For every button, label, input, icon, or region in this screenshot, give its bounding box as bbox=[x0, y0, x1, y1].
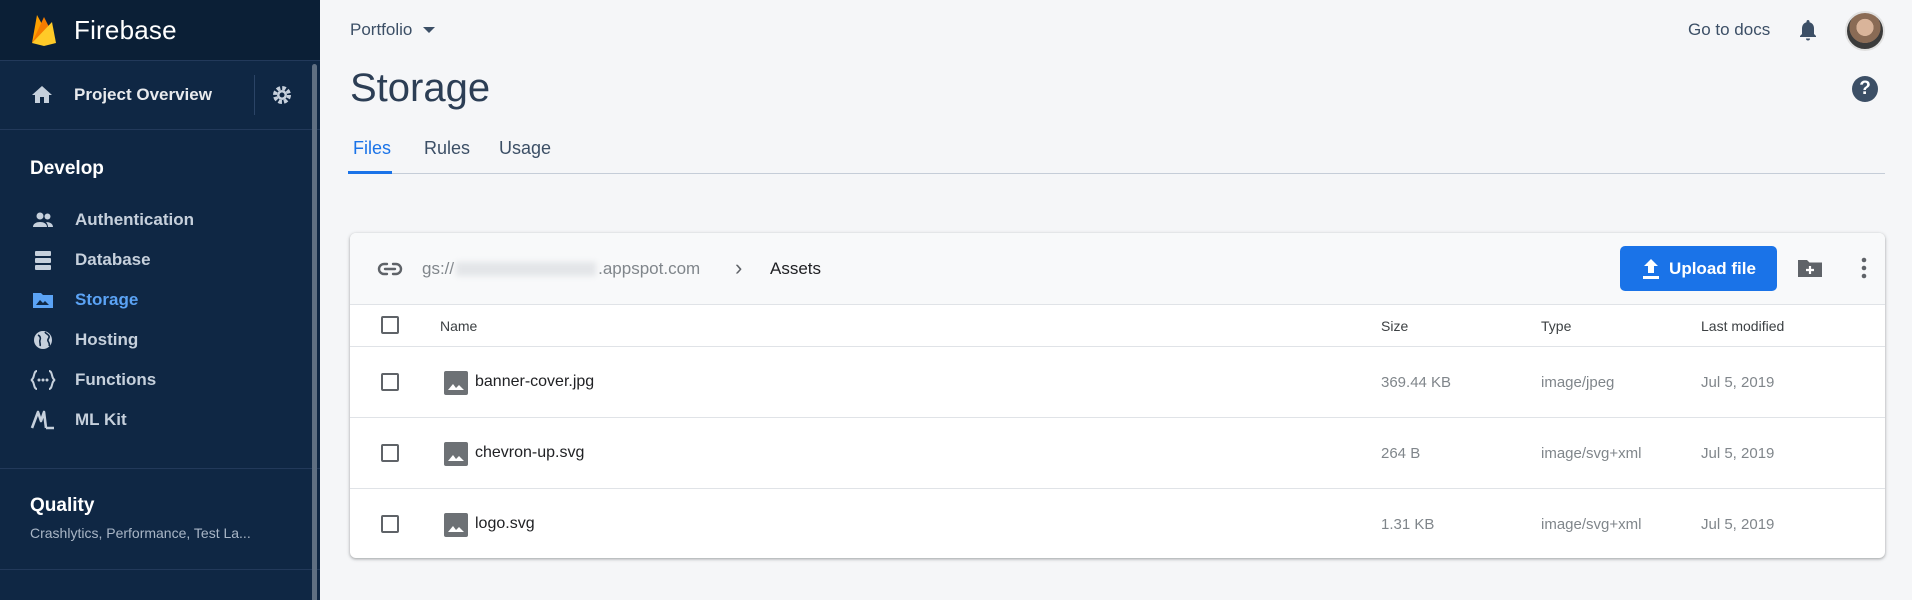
file-modified: Jul 5, 2019 bbox=[1701, 516, 1775, 533]
project-overview-label: Project Overview bbox=[74, 85, 212, 104]
file-size: 369.44 KB bbox=[1381, 374, 1452, 391]
sidebar-item-storage[interactable]: Storage bbox=[0, 280, 320, 320]
upload-file-button[interactable]: Upload file bbox=[1620, 246, 1777, 291]
top-bar: Portfolio Go to docs bbox=[320, 0, 1912, 62]
bucket-path[interactable]: gs:// .appspot.com bbox=[422, 259, 700, 279]
image-file-icon bbox=[444, 442, 468, 466]
file-browser-toolbar: gs:// .appspot.com › Assets Upload file bbox=[350, 233, 1885, 305]
project-name: Portfolio bbox=[350, 20, 413, 39]
page-title: Storage bbox=[350, 66, 491, 110]
more-vert-icon[interactable] bbox=[1852, 255, 1876, 281]
select-all-checkbox[interactable] bbox=[381, 316, 399, 334]
sidebar-item-label: Functions bbox=[75, 370, 157, 389]
chevron-right-icon: › bbox=[735, 255, 743, 280]
upload-file-label: Upload file bbox=[1669, 258, 1756, 278]
gear-icon[interactable] bbox=[270, 83, 294, 107]
sidebar-item-label: Authentication bbox=[75, 210, 194, 229]
new-folder-icon[interactable] bbox=[1796, 256, 1824, 280]
database-icon bbox=[30, 247, 56, 273]
link-icon[interactable] bbox=[376, 257, 404, 281]
breadcrumb-folder[interactable]: Assets bbox=[770, 259, 821, 279]
divider bbox=[254, 75, 255, 115]
home-icon bbox=[32, 86, 52, 103]
column-header-last-modified[interactable]: Last modified bbox=[1701, 318, 1784, 334]
table-header: Name Size Type Last modified bbox=[350, 305, 1885, 347]
sidebar-item-database[interactable]: Database bbox=[0, 240, 320, 280]
tab-usage[interactable]: Usage bbox=[499, 138, 551, 174]
storage-icon bbox=[30, 287, 56, 313]
divider bbox=[0, 569, 320, 570]
section-subtitle-quality: Crashlytics, Performance, Test La... bbox=[30, 525, 251, 541]
sidebar-item-ml-kit[interactable]: ML Kit bbox=[0, 400, 320, 440]
column-header-type[interactable]: Type bbox=[1541, 318, 1571, 334]
firebase-logo-icon bbox=[32, 15, 56, 46]
sidebar-item-hosting[interactable]: Hosting bbox=[0, 320, 320, 360]
section-title-develop: Develop bbox=[30, 158, 104, 179]
image-file-icon bbox=[444, 371, 468, 395]
sidebar-item-label: Storage bbox=[75, 290, 139, 309]
table-row[interactable]: logo.svg 1.31 KB image/svg+xml Jul 5, 20… bbox=[350, 489, 1885, 558]
row-checkbox[interactable] bbox=[381, 444, 399, 462]
file-name: chevron-up.svg bbox=[475, 444, 585, 461]
image-file-icon bbox=[444, 513, 468, 537]
sidebar: Firebase Project Overview Develop Authen… bbox=[0, 0, 320, 600]
tab-rules[interactable]: Rules bbox=[424, 138, 470, 174]
upload-icon bbox=[1643, 258, 1660, 279]
help-icon[interactable]: ? bbox=[1852, 76, 1878, 102]
table-body: banner-cover.jpg 369.44 KB image/jpeg Ju… bbox=[350, 347, 1885, 558]
caret-down-icon bbox=[423, 27, 436, 33]
sidebar-item-label: Database bbox=[75, 250, 151, 269]
file-type: image/jpeg bbox=[1541, 374, 1615, 391]
sidebar-scrollbar[interactable] bbox=[312, 64, 317, 600]
go-to-docs-link[interactable]: Go to docs bbox=[1688, 20, 1770, 40]
sidebar-item-label: ML Kit bbox=[75, 410, 127, 429]
file-type: image/svg+xml bbox=[1541, 445, 1642, 462]
table-row[interactable]: chevron-up.svg 264 B image/svg+xml Jul 5… bbox=[350, 418, 1885, 489]
file-size: 264 B bbox=[1381, 445, 1421, 462]
avatar[interactable] bbox=[1845, 11, 1885, 51]
sidebar-item-functions[interactable]: Functions bbox=[0, 360, 320, 400]
mlkit-icon bbox=[30, 407, 56, 433]
globe-icon bbox=[30, 327, 56, 353]
bucket-prefix: gs:// bbox=[422, 259, 455, 278]
file-modified: Jul 5, 2019 bbox=[1701, 374, 1775, 391]
file-name: logo.svg bbox=[475, 515, 535, 532]
functions-icon bbox=[30, 367, 56, 393]
table-row[interactable]: banner-cover.jpg 369.44 KB image/jpeg Ju… bbox=[350, 347, 1885, 418]
redacted-bucket-name bbox=[456, 262, 597, 276]
row-checkbox[interactable] bbox=[381, 515, 399, 533]
sidebar-section-quality[interactable]: Quality Crashlytics, Performance, Test L… bbox=[0, 469, 320, 569]
file-name: banner-cover.jpg bbox=[475, 373, 595, 390]
bell-icon[interactable] bbox=[1796, 18, 1820, 44]
tab-files[interactable]: Files bbox=[348, 138, 392, 174]
project-selector[interactable]: Portfolio bbox=[350, 20, 436, 40]
sidebar-header[interactable]: Firebase bbox=[0, 0, 320, 61]
column-header-name[interactable]: Name bbox=[440, 318, 477, 334]
brand-name: Firebase bbox=[74, 14, 177, 45]
row-checkbox[interactable] bbox=[381, 373, 399, 391]
project-overview[interactable]: Project Overview bbox=[0, 61, 320, 130]
sidebar-item-authentication[interactable]: Authentication bbox=[0, 200, 320, 240]
tab-bar: Files Rules Usage bbox=[348, 136, 1885, 174]
file-type: image/svg+xml bbox=[1541, 516, 1642, 533]
sidebar-item-label: Hosting bbox=[75, 330, 139, 349]
file-browser-card: gs:// .appspot.com › Assets Upload file bbox=[350, 233, 1885, 558]
file-modified: Jul 5, 2019 bbox=[1701, 445, 1775, 462]
people-icon bbox=[30, 207, 56, 233]
bucket-suffix: .appspot.com bbox=[598, 259, 701, 278]
section-title-quality: Quality bbox=[30, 495, 95, 516]
main-content: Portfolio Go to docs Storage ? Files Rul… bbox=[320, 0, 1912, 600]
file-size: 1.31 KB bbox=[1381, 516, 1435, 533]
column-header-size[interactable]: Size bbox=[1381, 318, 1408, 334]
